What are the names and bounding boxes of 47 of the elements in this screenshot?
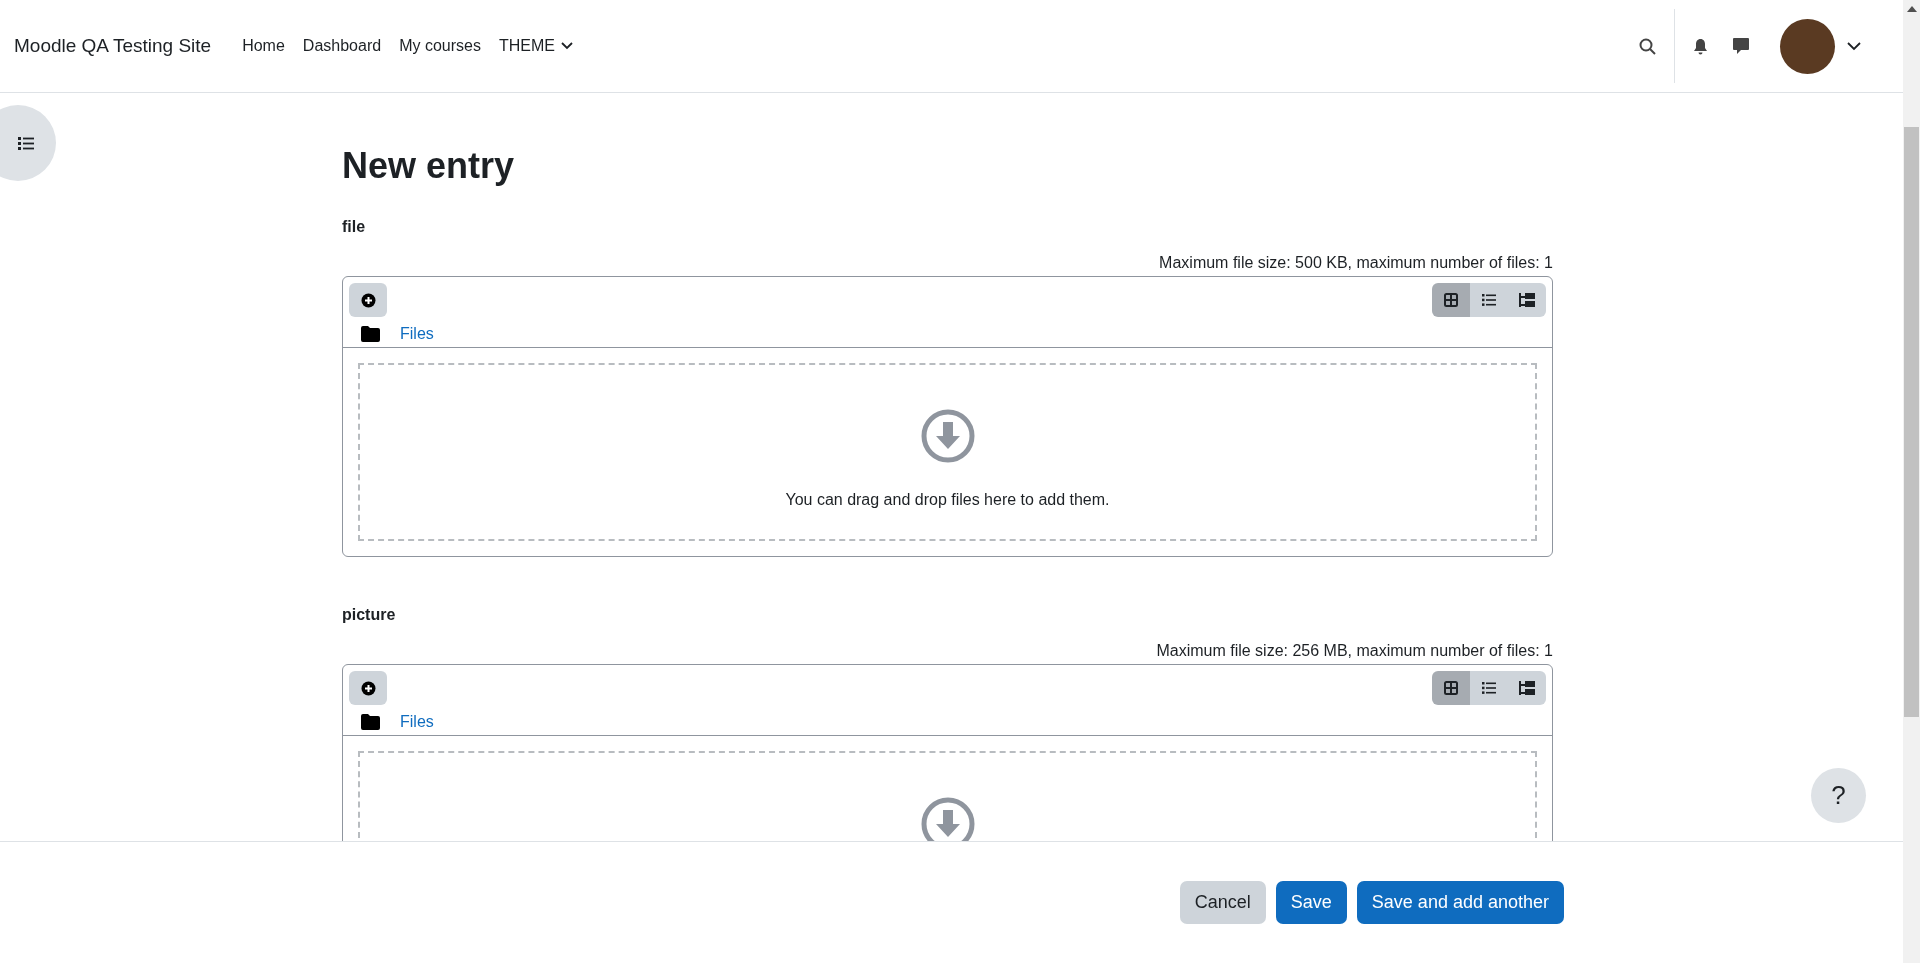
download-circle-icon: [920, 409, 975, 463]
file-limits-text: Maximum file size: 256 MB, maximum number of files: 1: [1156, 642, 1553, 660]
grid-icon: [1444, 293, 1458, 307]
view-mode-button[interactable]: [1432, 671, 1470, 705]
add-file-button[interactable]: [349, 283, 387, 317]
folder-link[interactable]: Files: [400, 325, 434, 343]
folder-icon: [361, 714, 380, 730]
view-mode-button[interactable]: [1470, 283, 1508, 317]
page-title: New entry: [342, 145, 516, 187]
list-icon: [1482, 682, 1496, 694]
field-label: picture: [342, 606, 396, 624]
add-file-button[interactable]: [349, 671, 387, 705]
drop-zone[interactable]: You can drag and drop files here to add them.: [358, 363, 1537, 541]
drawer-toggle-button[interactable]: [0, 105, 56, 181]
nav-dropdown[interactable]: THEME: [489, 29, 582, 63]
drop-hint-text: You can drag and drop files here to add them.: [785, 491, 1110, 509]
save-button[interactable]: Save: [1275, 881, 1347, 924]
scrollbar[interactable]: [1903, 0, 1920, 963]
bell-icon[interactable]: [1693, 37, 1708, 55]
tree-icon: [1519, 681, 1535, 695]
file-limits-text: Maximum file size: 500 KB, maximum number of files: 1: [1159, 254, 1553, 272]
plus-circle-icon: [360, 680, 376, 696]
view-mode-button[interactable]: [1508, 671, 1546, 705]
chevron-down-icon[interactable]: [1847, 41, 1861, 51]
nav-link[interactable]: Home: [233, 29, 294, 63]
cancel-button[interactable]: Cancel: [1179, 881, 1266, 924]
chat-icon[interactable]: [1732, 37, 1750, 55]
view-mode-button[interactable]: [1508, 283, 1546, 317]
search-icon[interactable]: [1639, 37, 1656, 55]
view-mode-button[interactable]: [1470, 671, 1508, 705]
field-label: file: [342, 218, 366, 236]
scroll-up-arrow-icon[interactable]: [1906, 5, 1917, 12]
nav-link[interactable]: My courses: [390, 29, 490, 63]
grid-icon: [1444, 681, 1458, 695]
plus-circle-icon: [360, 292, 376, 308]
save-button[interactable]: Save and add another: [1356, 881, 1564, 924]
chevron-down-icon: [560, 42, 573, 50]
folder-icon: [361, 326, 380, 342]
folder-link[interactable]: Files: [400, 713, 434, 731]
nav-link[interactable]: Dashboard: [293, 29, 391, 63]
view-mode-button[interactable]: [1432, 283, 1470, 317]
list-icon: [18, 136, 34, 150]
list-icon: [1482, 294, 1496, 306]
user-avatar[interactable]: [1780, 18, 1835, 74]
tree-icon: [1519, 293, 1535, 307]
site-name[interactable]: Moodle QA Testing Site: [14, 35, 212, 57]
help-button[interactable]: ?: [1811, 768, 1866, 823]
